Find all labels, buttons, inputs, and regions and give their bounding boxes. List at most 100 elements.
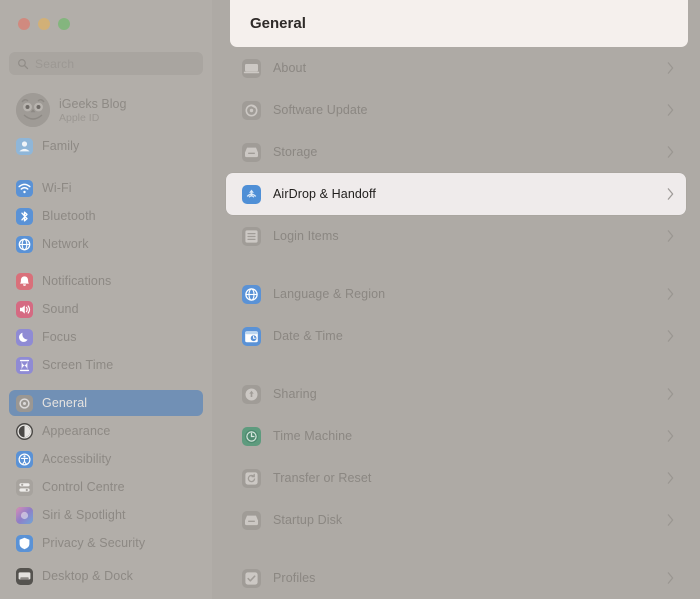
- sidebar-item-network[interactable]: Network: [9, 231, 203, 257]
- sidebar-item-label: Accessibility: [42, 452, 112, 466]
- accessibility-icon: [16, 450, 33, 468]
- sidebar-group-alerts: Notifications Sound Focus Screen Time: [9, 268, 203, 380]
- sidebar-item-appearance[interactable]: Appearance: [9, 418, 203, 444]
- settings-row-label: Language & Region: [273, 287, 386, 301]
- chevron-right-icon: [667, 430, 674, 442]
- settings-list: About Software Update Storage AirDrop & …: [212, 47, 700, 599]
- sidebar-group-family: Family: [9, 133, 203, 161]
- sidebar-item-control-centre[interactable]: Control Centre: [9, 474, 203, 500]
- account-name: iGeeks Blog: [59, 96, 127, 111]
- transfer-reset-icon: [242, 468, 261, 488]
- section-divider: [212, 257, 700, 273]
- section-divider: [212, 541, 700, 557]
- settings-row-software-update[interactable]: Software Update: [212, 89, 700, 131]
- settings-row-transfer-or-reset[interactable]: Transfer or Reset: [212, 457, 700, 499]
- sidebar-item-label: Notifications: [42, 274, 112, 288]
- focus-icon: [16, 328, 33, 346]
- window-controls: [18, 18, 70, 30]
- account-subtitle: Apple ID: [59, 111, 100, 124]
- chevron-right-icon: [667, 514, 674, 526]
- privacy-icon: [16, 534, 33, 552]
- sidebar-item-privacy-security[interactable]: Privacy & Security: [9, 530, 203, 556]
- settings-row-about[interactable]: About: [212, 47, 700, 89]
- settings-row-profiles[interactable]: Profiles: [212, 557, 700, 599]
- settings-row-storage[interactable]: Storage: [212, 131, 700, 173]
- sound-icon: [16, 300, 33, 318]
- sidebar-item-bluetooth[interactable]: Bluetooth: [9, 203, 203, 229]
- desktop-dock-icon: [16, 567, 33, 585]
- sidebar-item-label: Network: [42, 237, 89, 251]
- chevron-right-icon: [667, 104, 674, 116]
- control-centre-icon: [16, 478, 33, 496]
- search-input[interactable]: Search: [9, 52, 203, 75]
- settings-row-time-machine[interactable]: Time Machine: [212, 415, 700, 457]
- sidebar-item-general[interactable]: General: [9, 390, 203, 416]
- system-settings-window: Search iGeeks Blog Apple ID Family Wi-Fi…: [0, 0, 700, 599]
- screen-time-icon: [16, 356, 33, 374]
- settings-row-startup-disk[interactable]: Startup Disk: [212, 499, 700, 541]
- sidebar: Search iGeeks Blog Apple ID Family Wi-Fi…: [0, 0, 212, 599]
- sidebar-item-sound[interactable]: Sound: [9, 296, 203, 322]
- profiles-icon: [242, 568, 261, 588]
- settings-row-label: Profiles: [273, 571, 316, 585]
- settings-row-label: Login Items: [273, 229, 339, 243]
- settings-row-sharing[interactable]: Sharing: [212, 373, 700, 415]
- sidebar-item-label: Sound: [42, 302, 79, 316]
- sidebar-item-screen-time[interactable]: Screen Time: [9, 352, 203, 378]
- sidebar-item-label: Bluetooth: [42, 209, 96, 223]
- close-button[interactable]: [18, 18, 30, 30]
- settings-row-label: Software Update: [273, 103, 368, 117]
- sidebar-item-label: Screen Time: [42, 358, 114, 372]
- sidebar-item-notifications[interactable]: Notifications: [9, 268, 203, 294]
- wifi-icon: [16, 179, 33, 197]
- settings-row-language-region[interactable]: Language & Region: [212, 273, 700, 315]
- settings-row-login-items[interactable]: Login Items: [212, 215, 700, 257]
- storage-icon: [242, 142, 261, 162]
- sidebar-group-connectivity: Wi-Fi Bluetooth Network: [9, 175, 203, 259]
- owl-avatar-icon: [16, 93, 50, 127]
- chevron-right-icon: [667, 188, 674, 200]
- search-placeholder: Search: [35, 56, 75, 71]
- sidebar-item-label: Desktop & Dock: [42, 569, 134, 583]
- general-gear-icon: [16, 394, 33, 412]
- sidebar-item-desktop-dock[interactable]: Desktop & Dock: [9, 563, 203, 589]
- language-region-icon: [242, 284, 261, 304]
- sidebar-item-wifi[interactable]: Wi-Fi: [9, 175, 203, 201]
- sidebar-item-label: Siri & Spotlight: [42, 508, 126, 522]
- apple-id-account[interactable]: iGeeks Blog Apple ID: [9, 89, 203, 131]
- login-items-icon: [242, 226, 261, 246]
- settings-row-label: Date & Time: [273, 329, 343, 343]
- settings-row-airdrop-handoff[interactable]: AirDrop & Handoff: [226, 173, 686, 215]
- settings-row-label: About: [273, 61, 307, 75]
- chevron-right-icon: [667, 146, 674, 158]
- sidebar-item-label: Privacy & Security: [42, 536, 146, 550]
- zoom-button[interactable]: [58, 18, 70, 30]
- chevron-right-icon: [667, 472, 674, 484]
- search-icon: [18, 58, 29, 69]
- date-time-icon: [242, 326, 261, 346]
- sidebar-item-label: Family: [42, 139, 80, 153]
- panel-header: General: [230, 0, 688, 47]
- settings-row-date-time[interactable]: Date & Time: [212, 315, 700, 357]
- appearance-icon: [16, 422, 33, 440]
- startup-disk-icon: [242, 510, 261, 530]
- settings-row-label: Sharing: [273, 387, 317, 401]
- network-icon: [16, 235, 33, 253]
- about-icon: [242, 58, 261, 78]
- sidebar-item-label: General: [42, 396, 88, 410]
- siri-icon: [16, 506, 33, 524]
- chevron-right-icon: [667, 62, 674, 74]
- sidebar-item-label: Focus: [42, 330, 77, 344]
- minimize-button[interactable]: [38, 18, 50, 30]
- software-update-icon: [242, 100, 261, 120]
- settings-row-label: Time Machine: [273, 429, 353, 443]
- sidebar-item-focus[interactable]: Focus: [9, 324, 203, 350]
- sidebar-group-system: General Appearance Accessibility Control…: [9, 390, 203, 558]
- sidebar-item-label: Appearance: [42, 424, 111, 438]
- sidebar-item-accessibility[interactable]: Accessibility: [9, 446, 203, 472]
- family-icon: [16, 137, 33, 155]
- settings-row-label: Startup Disk: [273, 513, 343, 527]
- sidebar-item-family[interactable]: Family: [9, 133, 203, 159]
- sidebar-item-siri-spotlight[interactable]: Siri & Spotlight: [9, 502, 203, 528]
- settings-row-label: AirDrop & Handoff: [273, 187, 376, 201]
